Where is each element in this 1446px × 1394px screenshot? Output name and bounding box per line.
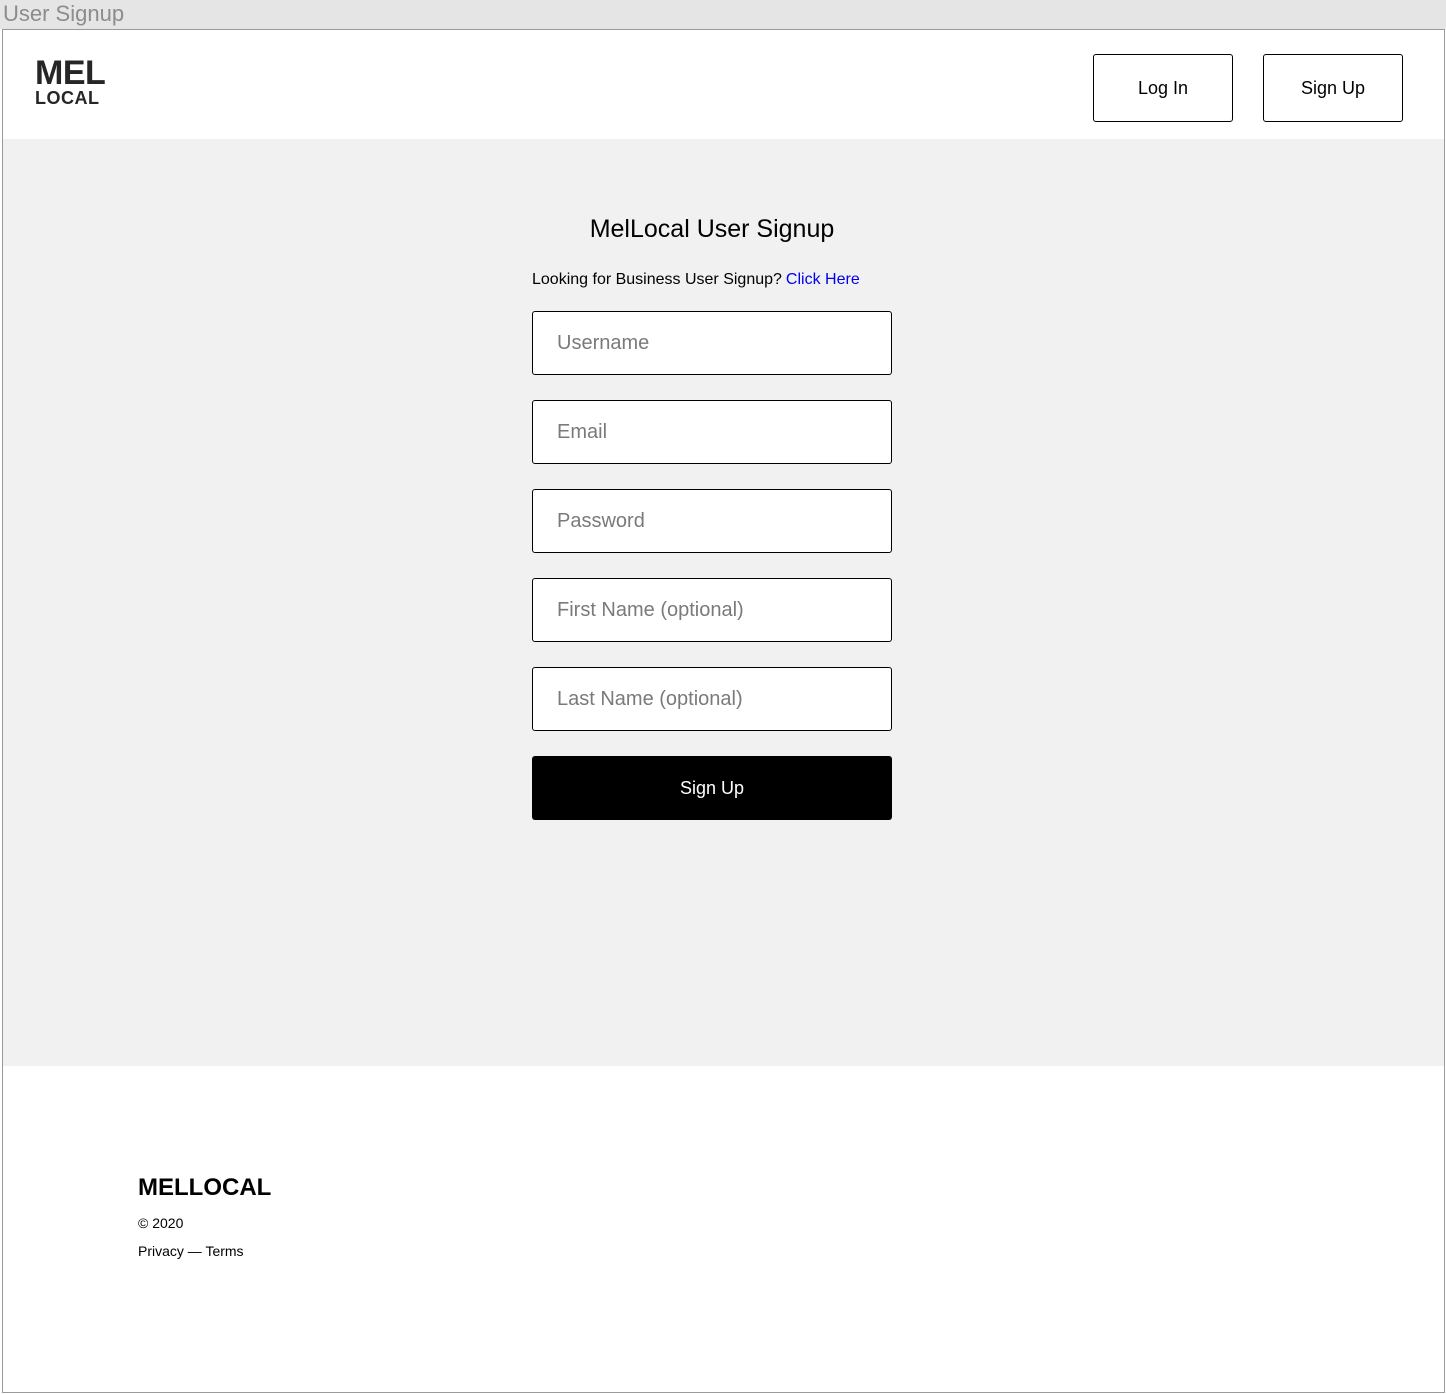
- footer-copyright: © 2020: [138, 1215, 184, 1231]
- first-name-input[interactable]: [532, 578, 892, 642]
- password-input[interactable]: [532, 489, 892, 553]
- login-button[interactable]: Log In: [1093, 54, 1233, 122]
- site-header: MEL LOCAL Log In Sign Up: [3, 30, 1444, 139]
- footer-link-separator: —: [183, 1243, 206, 1259]
- mellocal-logo[interactable]: MEL LOCAL: [35, 56, 115, 120]
- username-input[interactable]: [532, 311, 892, 375]
- footer-links: Privacy — Terms: [138, 1242, 244, 1260]
- window-titlebar: User Signup: [0, 0, 1446, 29]
- last-name-input[interactable]: [532, 667, 892, 731]
- privacy-link[interactable]: Privacy: [138, 1243, 184, 1259]
- signup-main: MelLocal User Signup Looking for Busines…: [3, 139, 1444, 1066]
- logo-text-local: LOCAL: [35, 88, 100, 108]
- site-footer: MELLOCAL © 2020 Privacy — Terms: [3, 1066, 1444, 1392]
- terms-link[interactable]: Terms: [205, 1243, 243, 1259]
- business-signup-link[interactable]: Click Here: [786, 271, 860, 288]
- window-title: User Signup: [3, 1, 125, 26]
- footer-brand: MELLOCAL: [138, 1174, 272, 1201]
- logo-text-mel: MEL: [35, 54, 106, 92]
- business-prompt-text: Looking for Business User Signup?: [532, 271, 782, 288]
- page-frame: MEL LOCAL Log In Sign Up MelLocal User S…: [2, 29, 1445, 1393]
- email-input[interactable]: [532, 400, 892, 464]
- business-signup-prompt: Looking for Business User Signup? Click H…: [532, 270, 860, 290]
- signup-submit-button[interactable]: Sign Up: [532, 756, 892, 820]
- signup-header-button[interactable]: Sign Up: [1263, 54, 1403, 122]
- page-title: MelLocal User Signup: [589, 215, 835, 243]
